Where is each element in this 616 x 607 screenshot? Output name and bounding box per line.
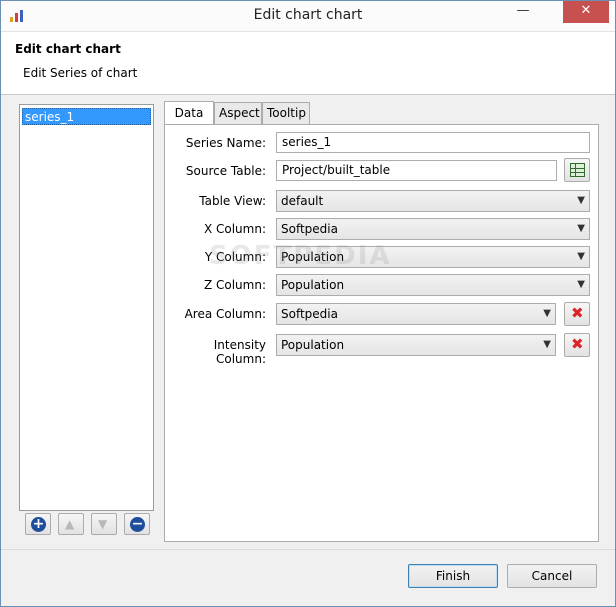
minus-icon: − (130, 516, 145, 532)
area-column-select[interactable]: Softpedia ▼ (276, 303, 556, 325)
chevron-down-icon: ▼ (577, 251, 585, 262)
close-button[interactable]: ✕ (563, 1, 609, 23)
dialog-header: Edit chart chart Edit Series of chart (1, 32, 615, 95)
cancel-button[interactable]: Cancel (507, 564, 597, 588)
intensity-column-value: Population (281, 338, 345, 352)
delete-x-icon: ✖ (571, 335, 584, 353)
series-name-field[interactable]: series_1 (276, 132, 590, 153)
table-icon (570, 163, 585, 177)
header-subtitle: Edit Series of chart (23, 66, 138, 80)
x-column-select[interactable]: Softpedia ▼ (276, 218, 590, 240)
x-column-value: Softpedia (281, 222, 338, 236)
z-column-select[interactable]: Population ▼ (276, 274, 590, 296)
series-name-label: Series Name: (185, 136, 266, 150)
z-column-value: Population (281, 278, 345, 292)
plus-icon: + (31, 516, 46, 532)
table-view-label: Table View: (199, 194, 266, 208)
area-column-label: Area Column: (184, 307, 266, 321)
add-series-button[interactable]: + (25, 513, 51, 535)
y-column-value: Population (281, 250, 345, 264)
browse-table-button[interactable] (564, 158, 590, 182)
delete-x-icon: ✖ (571, 304, 584, 322)
x-column-label: X Column: (203, 222, 266, 236)
y-column-label: Y Column: (204, 250, 266, 264)
move-down-button[interactable]: ▼ (91, 513, 117, 535)
tab-data[interactable]: Data (164, 101, 214, 124)
z-column-label: Z Column: (203, 278, 266, 292)
tab-aspect[interactable]: Aspect (214, 102, 262, 124)
area-column-value: Softpedia (281, 307, 338, 321)
chevron-down-icon: ▼ (543, 308, 551, 319)
source-table-label: Source Table: (185, 164, 266, 178)
series-list-item[interactable]: series_1 (22, 108, 151, 125)
tab-tooltip[interactable]: Tooltip (262, 102, 310, 124)
dialog-footer: Finish Cancel (1, 549, 615, 606)
header-title: Edit chart chart (15, 42, 121, 56)
data-tab-panel: Series Name: series_1 Source Table: Proj… (164, 124, 599, 542)
chevron-down-icon: ▼ (577, 223, 585, 234)
minimize-button[interactable]: — (509, 1, 537, 23)
intensity-column-label: Intensity Column: (213, 338, 266, 366)
finish-button[interactable]: Finish (408, 564, 498, 588)
source-table-field[interactable]: Project/built_table (276, 160, 557, 181)
remove-series-button[interactable]: − (124, 513, 150, 535)
series-list[interactable]: series_1 (19, 104, 154, 511)
chevron-down-icon: ▼ (577, 279, 585, 290)
chevron-down-icon: ▼ (543, 339, 551, 350)
y-column-select[interactable]: Population ▼ (276, 246, 590, 268)
dialog-window: Edit chart chart — ✕ Edit chart chart Ed… (0, 0, 616, 607)
clear-intensity-column-button[interactable]: ✖ (564, 333, 590, 357)
arrow-up-icon: ▲ (65, 517, 75, 531)
move-up-button[interactable]: ▲ (58, 513, 84, 535)
chevron-down-icon: ▼ (577, 195, 585, 206)
clear-area-column-button[interactable]: ✖ (564, 302, 590, 326)
intensity-column-select[interactable]: Population ▼ (276, 334, 556, 356)
arrow-down-icon: ▼ (98, 517, 108, 531)
title-bar[interactable]: Edit chart chart — ✕ (1, 1, 615, 32)
table-view-value: default (281, 194, 324, 208)
table-view-select[interactable]: default ▼ (276, 190, 590, 212)
